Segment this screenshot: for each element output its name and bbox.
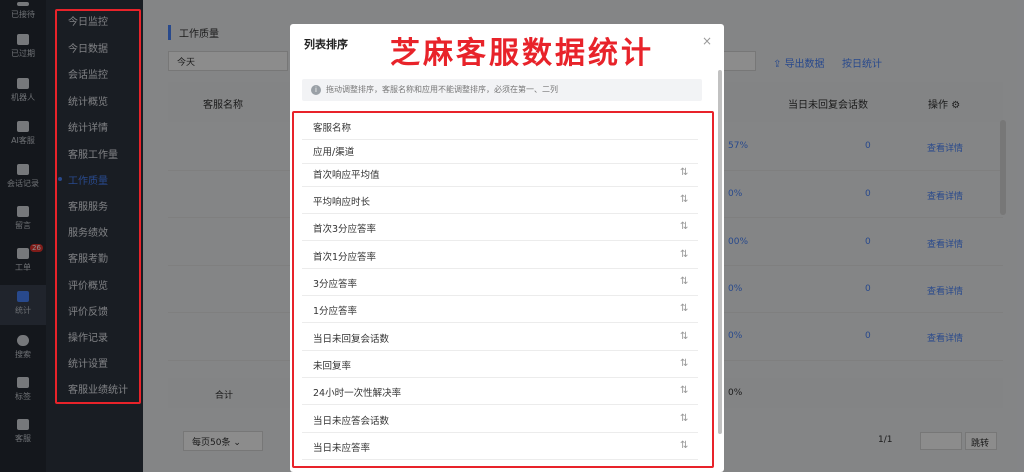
sort-columns-modal: 列表排序 × i 拖动调整排序，客服名称和应用不能调整排序，必须在第一、二列 客…	[290, 24, 724, 472]
annotation-highlight-box	[292, 111, 714, 468]
modal-title: 列表排序	[304, 38, 348, 51]
annotation-highlight-box	[55, 9, 141, 404]
annotation-banner: 芝麻客服数据统计	[390, 36, 654, 71]
close-icon[interactable]: ×	[702, 34, 712, 48]
info-icon: i	[311, 85, 321, 95]
page-scrollbar[interactable]	[1000, 120, 1006, 215]
sort-notice: i 拖动调整排序，客服名称和应用不能调整排序，必须在第一、二列	[302, 79, 702, 101]
modal-scrollbar[interactable]	[718, 70, 722, 434]
